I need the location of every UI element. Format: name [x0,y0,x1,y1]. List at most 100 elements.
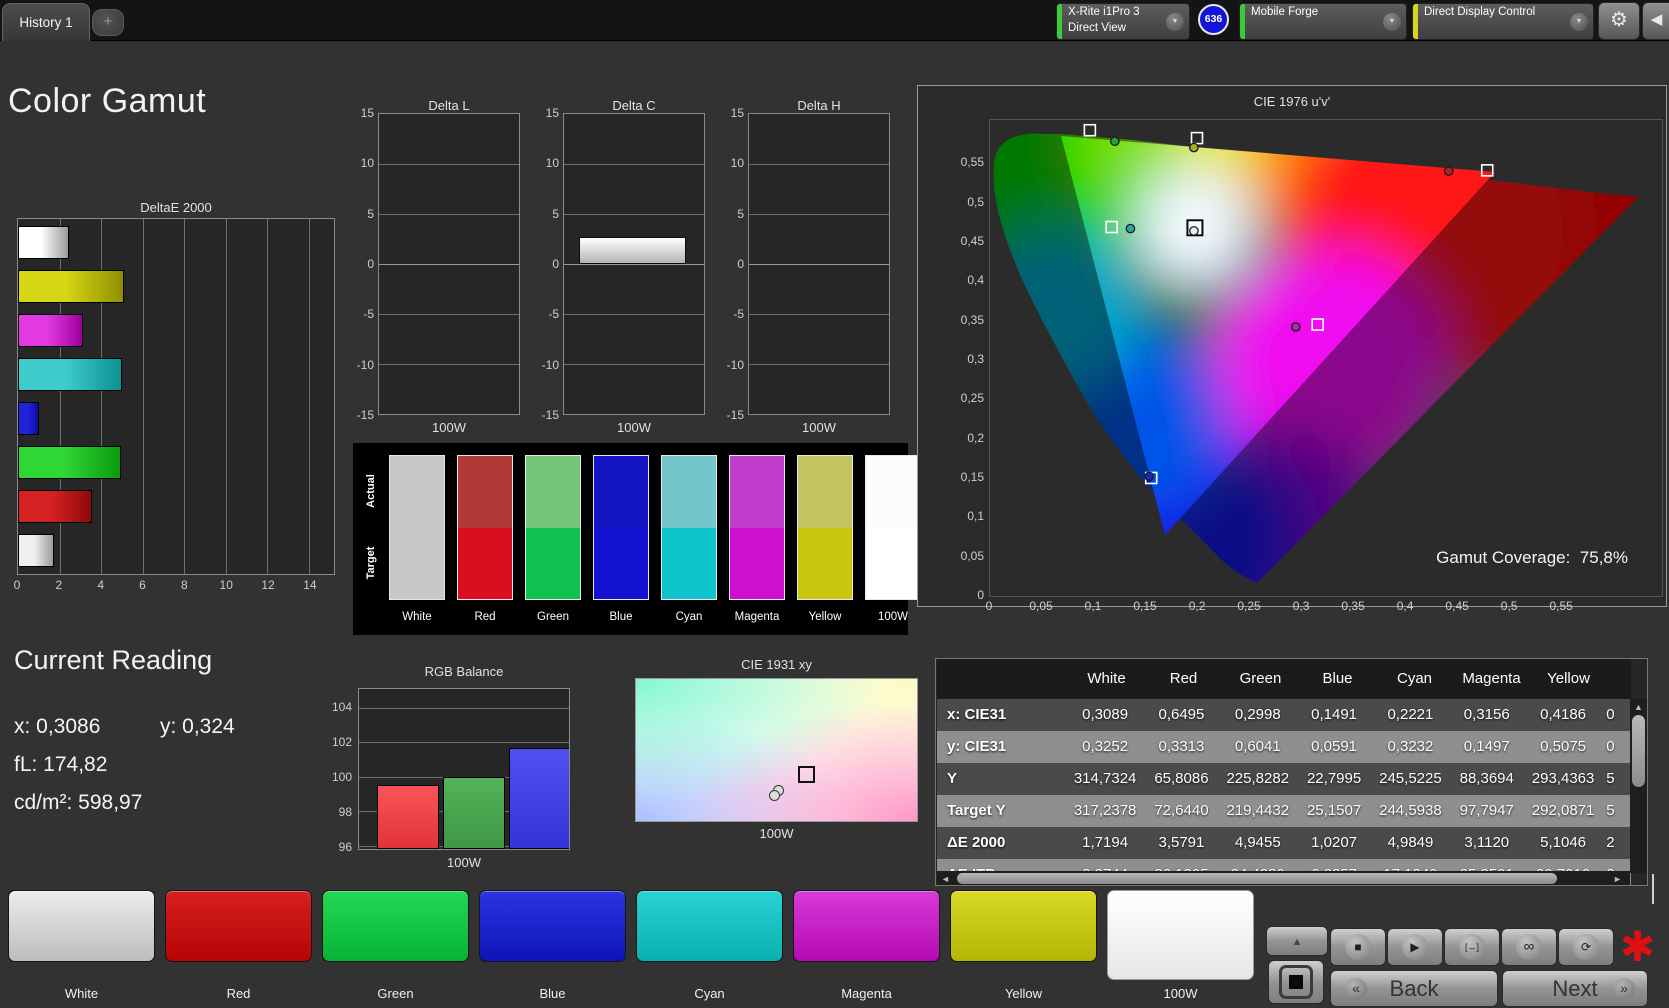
slide-label: Blue [539,986,566,1001]
axis-label: 100W [802,420,836,435]
gridline [379,264,519,265]
bar-blue [18,402,40,435]
gridline [379,164,519,165]
table-cell: 0,4186 [1540,706,1587,723]
chevron-up-icon: ▲ [1291,936,1303,948]
scroll-up-arrow[interactable]: ▲ [1630,702,1647,712]
axis-tick-label: 10 [219,578,233,592]
target-color [458,527,512,599]
axis-tick-label: 5 [552,206,559,221]
scroll-right-arrow[interactable]: ► [1613,874,1622,884]
actual-color [730,456,784,528]
measured-white [1189,226,1199,236]
page-title: Color Gamut [8,82,207,120]
tab-history-1[interactable]: History 1 [2,3,90,41]
axis-tick-label: -15 [541,408,559,422]
transport-controls: ■ ▶ [↔] ∞ ⟳ [1330,928,1614,966]
axis-tick-label: 8 [181,578,188,592]
display-control-name: Direct Display Control [1424,6,1536,18]
scroll-left-arrow[interactable]: ◄ [941,874,950,884]
add-tab-button[interactable]: + [92,9,124,36]
display-control-dropdown[interactable]: Direct Display Control ▼ [1412,3,1594,40]
continuous-icon: ∞ [1516,934,1542,960]
slide-white[interactable] [8,890,155,962]
gridline [564,364,704,365]
step-icon: [↔] [1459,934,1485,960]
source-dropdown[interactable]: Mobile Forge ▼ [1239,3,1407,40]
gridline [379,364,519,365]
gridline [749,264,889,265]
axis-tick-label: 0,2 [967,430,984,445]
axis-tick-label: 5 [367,206,374,221]
asterisk-icon: ✱ [1620,923,1656,970]
slide-yellow[interactable] [950,890,1097,962]
axis-tick-label: 0,35 [960,312,984,327]
table-cell: 0,3156 [1463,706,1510,723]
play-button[interactable]: ▶ [1387,928,1443,966]
display-accent-bar [1413,4,1418,39]
slide-100w[interactable] [1107,890,1254,980]
axis-tick-label: 0,45 [960,233,984,248]
table-cell: 225,8282 [1226,770,1290,787]
actual-color [594,456,648,528]
axis-tick-label: 0,55 [1549,599,1573,613]
axis-tick-label: 0 [737,257,744,271]
repeat-button[interactable]: ⟳ [1558,928,1614,966]
slide-magenta[interactable] [793,890,940,962]
collapse-panel-button[interactable]: ◀ [1642,2,1669,40]
slide-cyan[interactable] [636,890,783,962]
table-cell: 293,4363 [1531,770,1595,787]
row-label: Target Y [947,802,1006,819]
next-button[interactable]: Next » [1502,970,1648,1007]
step-button[interactable]: [↔] [1444,928,1500,966]
table-cell: 0,5075 [1540,738,1587,755]
axis-tick-label: 14 [303,578,317,592]
slide-red[interactable] [165,890,312,962]
stop-button[interactable]: ■ [1330,928,1386,966]
gridline [142,219,144,574]
swatch-magenta [729,455,785,600]
settings-button[interactable]: ⚙ [1598,2,1640,40]
table-cell: 0,3089 [1082,706,1129,723]
swatch-label-row: White Red Green Blue Cyan Magenta Yellow 100W [388,611,922,623]
axis-tick-label: 0,15 [1133,599,1157,613]
cie1976-chart [989,119,1663,597]
bar-green [18,446,121,479]
gridline [359,742,569,744]
axis-tick-label: -10 [356,357,374,372]
table-row: y: CIE31 0,3252 0,3313 0,6041 0,0591 0,3232 0,… [937,731,1631,763]
patch-window-button[interactable] [1268,960,1324,1004]
swatch-yellow [797,455,853,600]
column-header: Red [1169,670,1198,687]
target-green [1083,123,1097,137]
chevron-left-icon: ◀ [1650,11,1663,28]
table-cell: 3,1120 [1464,834,1510,851]
table-cell-clipped: 2 [1606,834,1615,851]
continuous-button[interactable]: ∞ [1501,928,1557,966]
slide-label: Green [377,986,414,1001]
row-label: y: CIE31 [947,738,1007,755]
gridline [379,214,519,215]
cie1976-panel: CIE 1976 u'v' 0,55 0,5 0,45 0,4 0,35 0,3 0,25 0… [917,85,1667,613]
back-button[interactable]: « Back [1330,970,1498,1007]
target-marker [797,765,815,783]
meter-dropdown[interactable]: X-Rite i1Pro 3 Direct View ▼ [1056,3,1190,40]
gridline [184,219,186,574]
table-cell: 0,3252 [1082,738,1129,755]
expand-patch-button[interactable]: ▲ [1266,926,1328,956]
source-accent-bar [1240,4,1245,39]
cie1931-title: CIE 1931 xy [741,657,812,672]
axis-tick-label: 12 [261,578,275,592]
column-header [937,659,1068,699]
table-cell: 97,7947 [1459,802,1514,819]
rgb-balance-title: RGB Balance [424,664,504,679]
slide-green[interactable] [322,890,469,962]
bar-cyan [18,358,122,391]
slide-blue[interactable] [479,890,626,962]
slide-label: White [64,986,99,1001]
scroll-thumb[interactable] [1632,715,1645,787]
axis-tick-label: 0,25 [1237,599,1261,613]
scroll-thumb[interactable] [957,873,1557,884]
target-row-label: Target [365,546,377,580]
axis-tick-label: 0,25 [960,391,984,406]
